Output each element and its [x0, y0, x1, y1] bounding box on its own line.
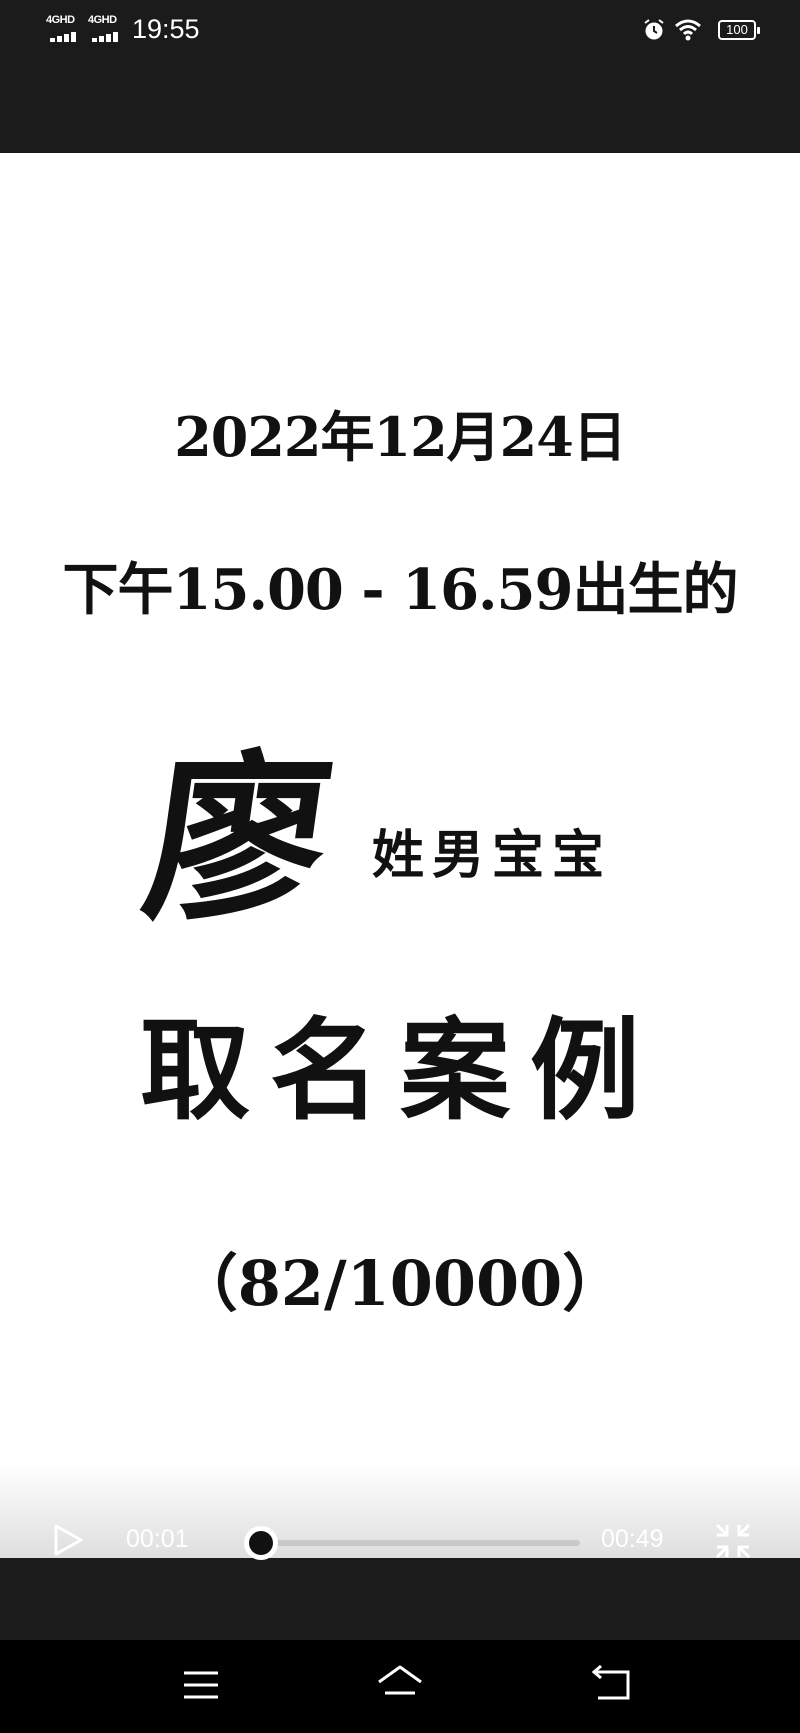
battery-icon: 100 [718, 20, 760, 40]
birth-date-text: 2022年12月24日 [174, 405, 627, 469]
back-icon[interactable] [586, 1660, 636, 1710]
video-controls: 00:01 00:49 [0, 1510, 800, 1570]
gender-text: 姓男宝宝 [372, 825, 613, 886]
status-time: 19:55 [132, 14, 200, 44]
wifi-icon [675, 19, 701, 41]
play-icon[interactable] [52, 1523, 84, 1557]
network-type-2: 4GHD [88, 14, 117, 26]
duration-time: 00:49 [601, 1525, 664, 1553]
navigation-bar [0, 1640, 800, 1733]
menu-icon[interactable] [176, 1660, 226, 1710]
alarm-icon [644, 19, 664, 40]
heading-text: 取名案例 [140, 1006, 660, 1135]
battery-level: 100 [726, 22, 748, 37]
surname-text: 廖 [132, 734, 343, 945]
case-count-text: （82/10000） [175, 1247, 625, 1320]
network-type-1: 4GHD [46, 14, 75, 26]
current-time: 00:01 [126, 1525, 189, 1553]
home-icon[interactable] [375, 1660, 425, 1710]
exit-fullscreen-icon[interactable] [714, 1522, 752, 1560]
birth-time-text: 下午15.00 - 16.59出生的 [62, 557, 739, 623]
progress-thumb[interactable] [243, 1526, 278, 1560]
signal-1-icon: 4GHD [46, 14, 86, 44]
signal-2-icon: 4GHD [88, 14, 128, 44]
progress-bar[interactable] [243, 1526, 580, 1560]
status-bar: 4GHD 4GHD 19:55 100 [0, 0, 800, 60]
video-frame[interactable]: 2022年12月24日 下午15.00 - 16.59出生的 廖 姓男宝宝 取名… [0, 153, 800, 1558]
